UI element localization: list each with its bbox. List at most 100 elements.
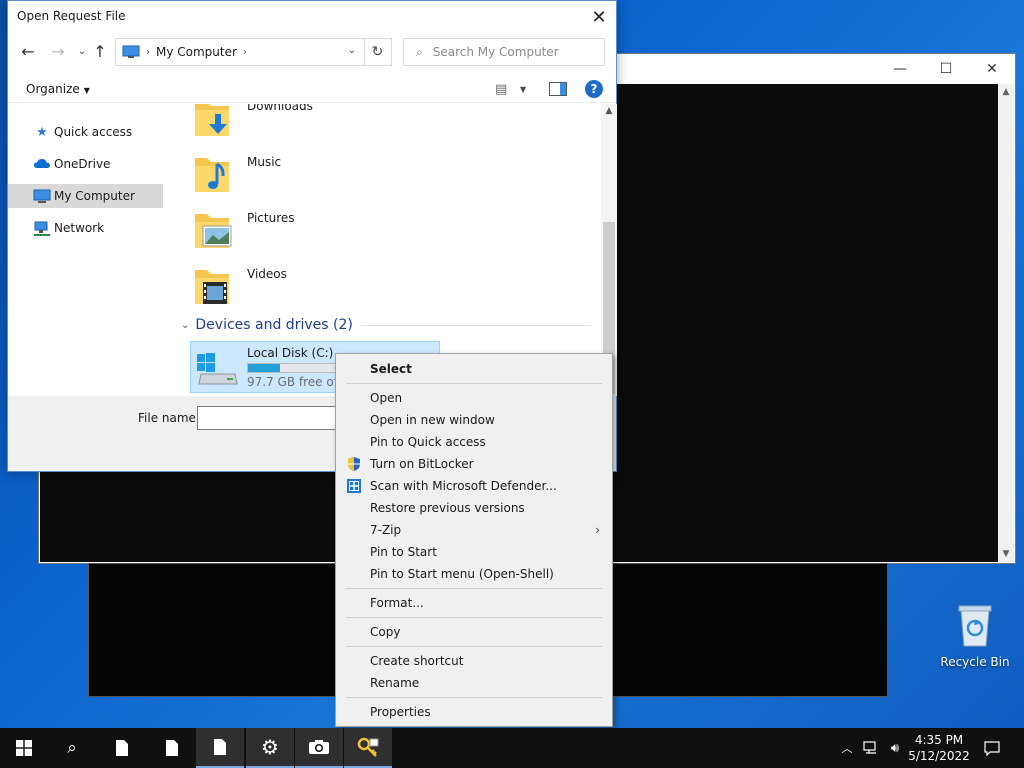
folder-item-pictures[interactable]: Pictures bbox=[191, 208, 411, 256]
menu-item-properties[interactable]: Properties bbox=[338, 701, 610, 723]
menu-item-scan-defender[interactable]: Scan with Microsoft Defender... bbox=[338, 475, 610, 497]
folder-item-videos[interactable]: Videos bbox=[191, 264, 411, 312]
menu-item-create-shortcut[interactable]: Create shortcut bbox=[338, 650, 610, 672]
preview-pane-icon bbox=[549, 82, 567, 96]
recycle-bin-shortcut[interactable]: Recycle Bin bbox=[940, 600, 1010, 669]
taskbar-app-settings[interactable]: ⚙ bbox=[246, 728, 294, 768]
document-icon bbox=[214, 739, 226, 755]
nav-item-label: OneDrive bbox=[54, 157, 111, 171]
forward-arrow-icon[interactable]: → bbox=[46, 39, 70, 63]
minimize-icon[interactable]: — bbox=[877, 54, 923, 84]
close-icon[interactable]: ✕ bbox=[969, 54, 1015, 84]
nav-item-quick-access[interactable]: ★ Quick access bbox=[8, 120, 163, 144]
menu-item-pin-to-start[interactable]: Pin to Start bbox=[338, 541, 610, 563]
file-name-input[interactable] bbox=[197, 406, 357, 430]
menu-item-label: Select bbox=[370, 362, 412, 376]
refresh-icon[interactable]: ↻ bbox=[364, 38, 392, 66]
menu-item-label: Format... bbox=[370, 596, 424, 610]
scroll-up-icon[interactable]: ▲ bbox=[998, 84, 1014, 100]
folder-label: Music bbox=[247, 155, 282, 169]
address-dropdown-icon[interactable]: ⌄ bbox=[348, 45, 356, 56]
scroll-up-icon[interactable]: ▲ bbox=[601, 106, 617, 116]
search-input[interactable] bbox=[432, 45, 583, 59]
help-icon[interactable]: ? bbox=[585, 80, 603, 98]
menu-item-turn-on-bitlocker[interactable]: Turn on BitLocker bbox=[338, 453, 610, 475]
computer-icon bbox=[122, 45, 140, 58]
menu-item-select[interactable]: Select bbox=[338, 358, 610, 380]
dialog-toolbar: Organize ▼ ▤ ▼ ? bbox=[8, 75, 616, 103]
menu-separator bbox=[346, 383, 602, 384]
menu-item-open[interactable]: Open bbox=[338, 387, 610, 409]
menu-item-pin-to-start-open-shell[interactable]: Pin to Start menu (Open-Shell) bbox=[338, 563, 610, 585]
network-tray-icon bbox=[863, 741, 876, 754]
devices-group-header[interactable]: ⌄ Devices and drives (2) bbox=[181, 317, 591, 333]
menu-item-pin-quick-access[interactable]: Pin to Quick access bbox=[338, 431, 610, 453]
menu-item-label: Rename bbox=[370, 676, 420, 690]
menu-item-open-new-window[interactable]: Open in new window bbox=[338, 409, 610, 431]
drive-usage-fill bbox=[248, 364, 281, 372]
notification-icon bbox=[984, 741, 1000, 756]
menu-item-label: Pin to Quick access bbox=[370, 435, 486, 449]
clock-time: 4:35 PM bbox=[914, 733, 964, 747]
collapse-chevron-icon[interactable]: ⌄ bbox=[181, 320, 189, 331]
address-bar[interactable]: › My Computer › ⌄ bbox=[115, 38, 365, 66]
show-hidden-icons-chevron-icon[interactable]: ︿ bbox=[838, 728, 856, 768]
menu-item-label: Scan with Microsoft Defender... bbox=[370, 479, 557, 493]
music-folder-icon bbox=[195, 158, 229, 192]
submenu-arrow-icon: › bbox=[595, 523, 600, 537]
organize-button[interactable]: Organize ▼ bbox=[26, 82, 90, 96]
taskbar-app-document-3[interactable] bbox=[196, 728, 244, 768]
menu-item-format[interactable]: Format... bbox=[338, 592, 610, 614]
menu-item-copy[interactable]: Copy bbox=[338, 621, 610, 643]
document-icon bbox=[166, 740, 178, 756]
start-button[interactable] bbox=[0, 728, 48, 768]
menu-separator bbox=[346, 697, 602, 698]
maximize-icon[interactable]: ☐ bbox=[923, 54, 969, 84]
notifications-button[interactable] bbox=[976, 728, 1008, 768]
menu-separator bbox=[346, 617, 602, 618]
volume-icon[interactable]: 🔊︎ bbox=[884, 728, 906, 768]
breadcrumb-separator-icon[interactable]: › bbox=[243, 47, 247, 58]
star-icon: ★ bbox=[36, 124, 48, 140]
scroll-down-icon[interactable]: ▼ bbox=[998, 546, 1014, 562]
preview-pane-button[interactable] bbox=[549, 80, 567, 98]
nav-item-onedrive[interactable]: OneDrive bbox=[8, 152, 163, 176]
file-name-label: File name: bbox=[138, 411, 200, 425]
menu-item-label: Open in new window bbox=[370, 413, 495, 427]
folder-item-downloads[interactable]: Downloads bbox=[191, 104, 411, 144]
up-arrow-icon[interactable]: ↑ bbox=[88, 39, 112, 63]
change-view-button[interactable]: ▤ bbox=[495, 80, 507, 98]
recycle-bin-icon bbox=[958, 605, 992, 647]
search-taskbar-button[interactable]: ⌕ bbox=[48, 728, 96, 768]
search-icon: ⌕ bbox=[67, 738, 77, 758]
taskbar-app-camera[interactable] bbox=[295, 728, 343, 768]
nav-item-my-computer[interactable]: My Computer bbox=[8, 184, 163, 208]
camera-icon bbox=[309, 740, 329, 754]
menu-separator bbox=[346, 588, 602, 589]
context-menu: Select Open Open in new window Pin to Qu… bbox=[335, 353, 613, 727]
console-scrollbar[interactable]: ▲ ▼ bbox=[998, 84, 1014, 562]
menu-item-7zip[interactable]: 7-Zip › bbox=[338, 519, 610, 541]
back-arrow-icon[interactable]: ← bbox=[16, 39, 40, 63]
network-status-icon[interactable] bbox=[860, 728, 882, 768]
menu-item-restore-previous-versions[interactable]: Restore previous versions bbox=[338, 497, 610, 519]
menu-item-label: Open bbox=[370, 391, 403, 405]
taskbar-app-document-1[interactable] bbox=[98, 728, 146, 768]
search-box[interactable]: ⌕ bbox=[403, 38, 605, 66]
close-icon[interactable]: ✕ bbox=[582, 1, 616, 33]
menu-item-label: Copy bbox=[370, 625, 401, 639]
taskbar-clock[interactable]: 4:35 PM 5/12/2022 bbox=[906, 732, 972, 764]
taskbar-app-key-tool[interactable] bbox=[344, 728, 392, 768]
breadcrumb-my-computer[interactable]: My Computer bbox=[156, 45, 237, 59]
key-icon bbox=[357, 737, 379, 757]
taskbar-app-document-2[interactable] bbox=[148, 728, 196, 768]
windows-logo-icon bbox=[16, 740, 32, 756]
computer-icon bbox=[33, 189, 51, 203]
view-details-icon: ▤ bbox=[495, 81, 508, 97]
shield-icon bbox=[348, 457, 360, 471]
menu-item-rename[interactable]: Rename bbox=[338, 672, 610, 694]
search-icon: ⌕ bbox=[416, 44, 423, 59]
nav-item-network[interactable]: Network bbox=[8, 216, 163, 240]
folder-item-music[interactable]: Music bbox=[191, 152, 411, 200]
view-options-dropdown-icon[interactable]: ▼ bbox=[520, 80, 526, 98]
